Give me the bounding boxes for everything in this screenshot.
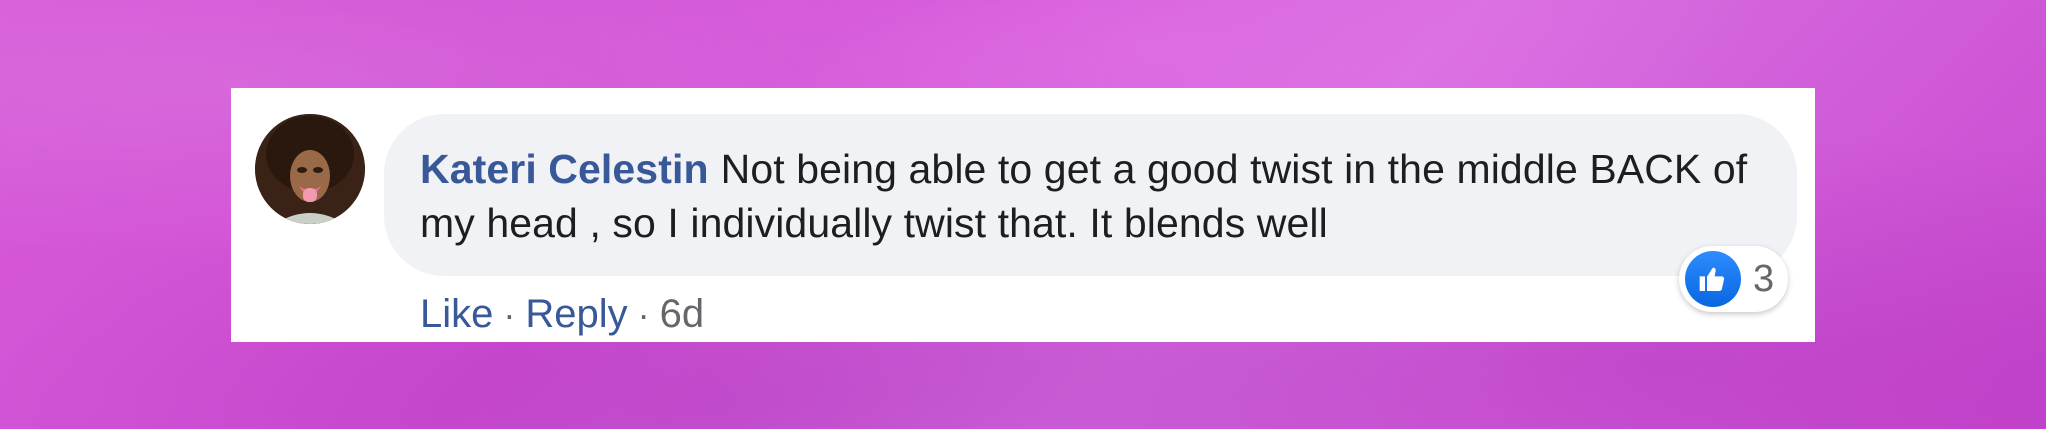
page-background: { "comment": { "author": "Kateri Celesti…: [0, 0, 2046, 429]
thumbs-up-icon: [1685, 251, 1741, 307]
comment-timestamp[interactable]: 6d: [660, 292, 705, 336]
separator-dot: ·: [503, 294, 516, 335]
comment-actions: Like · Reply · 6d: [420, 284, 704, 345]
comment-bubble: Kateri Celestin Not being able to get a g…: [384, 114, 1797, 276]
author-name-link[interactable]: Kateri Celestin: [420, 146, 709, 192]
reply-button[interactable]: Reply: [525, 292, 627, 336]
comment-card: Kateri Celestin Not being able to get a g…: [231, 88, 1815, 342]
comment-body: Kateri Celestin Not being able to get a g…: [420, 142, 1765, 250]
separator-dot: ·: [637, 294, 650, 335]
reaction-count: 3: [1753, 258, 1775, 300]
avatar[interactable]: [255, 114, 365, 224]
reactions-summary[interactable]: 3: [1679, 246, 1789, 312]
avatar-image: [255, 114, 365, 224]
like-button[interactable]: Like: [420, 292, 493, 336]
